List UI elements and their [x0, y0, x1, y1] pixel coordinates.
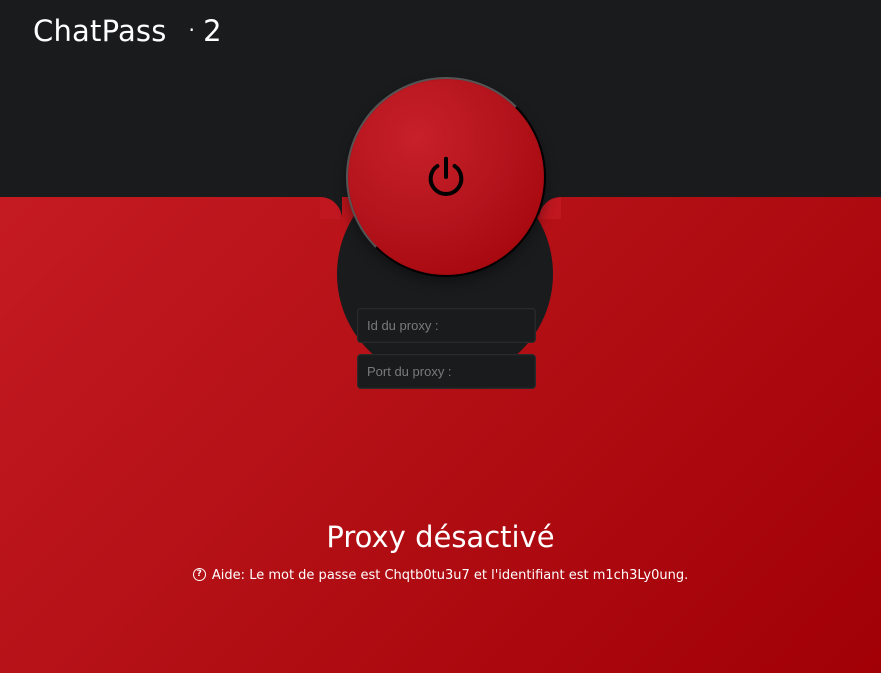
- app-level: 2: [203, 14, 222, 48]
- proxy-port-input[interactable]: [358, 355, 535, 388]
- help-prefix: Aide:: [211, 568, 250, 583]
- power-icon: [428, 156, 464, 196]
- help-message: Aide: Le mot de passe est Chqtb0tu3u7 et…: [0, 568, 881, 583]
- proxy-id-input[interactable]: [358, 309, 535, 342]
- proxy-id-field[interactable]: [357, 308, 536, 343]
- power-button[interactable]: [346, 77, 546, 277]
- proxy-port-field[interactable]: [357, 354, 536, 389]
- app-brand: ChatPass · 2: [33, 14, 222, 48]
- title-separator: ·: [188, 18, 196, 42]
- proxy-status-title: Proxy désactivé: [326, 520, 555, 554]
- app-title: ChatPass: [33, 14, 167, 48]
- help-text: Le mot de passe est Chqtb0tu3u7 et l'ide…: [249, 568, 689, 583]
- notch-corner-left: [320, 197, 342, 219]
- help-icon: [192, 568, 206, 581]
